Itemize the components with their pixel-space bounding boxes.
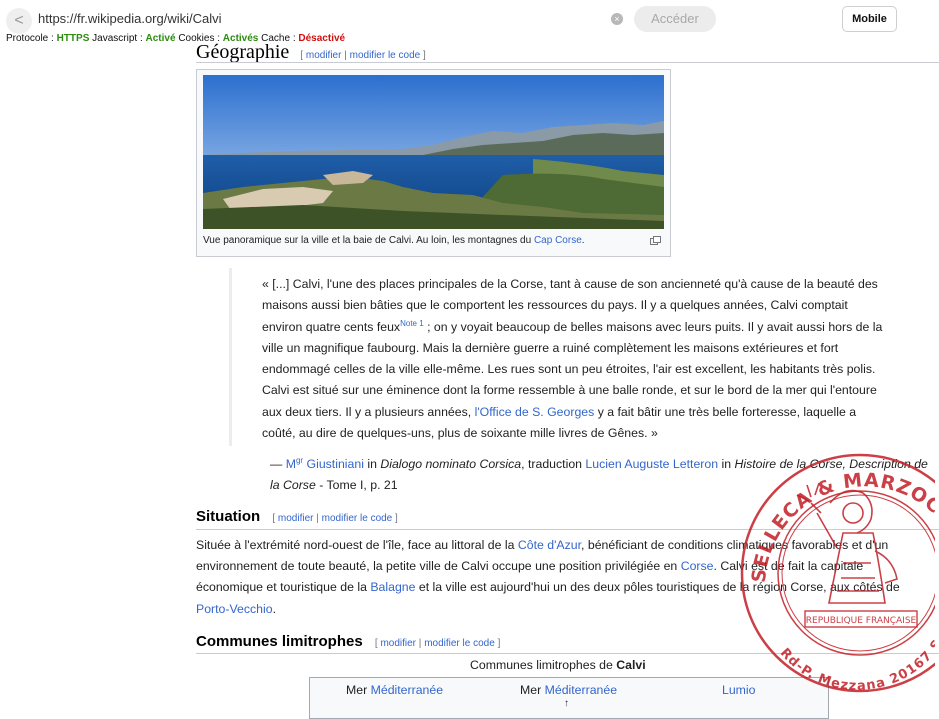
quote-bar — [229, 268, 232, 446]
cap-corse-link[interactable]: Cap Corse — [534, 235, 582, 246]
cite-text: , traduction — [521, 457, 586, 472]
mediterranee-link[interactable]: Méditerranée — [371, 683, 443, 697]
clear-url-icon[interactable]: × — [611, 13, 623, 25]
giustiniani-link[interactable]: Giustiniani — [307, 457, 364, 471]
protocol-value: HTTPS — [56, 33, 90, 44]
section-heading-geographie: Géographie [ modifier | modifier le code… — [196, 41, 426, 64]
cite-dash: — — [270, 457, 286, 472]
note-reference[interactable]: Note 1 — [400, 319, 424, 328]
edit-link[interactable]: modifier — [380, 638, 416, 649]
north-arrow-icon: ↑ — [564, 698, 569, 709]
edit-links: [ modifier | modifier le code ] — [272, 513, 397, 524]
blockquote: « [...] Calvi, l'une des places principa… — [262, 274, 888, 444]
cell-text: Mer — [520, 683, 545, 697]
table-caption: Communes limitrophes de Calvi — [470, 658, 646, 672]
edit-links: [ modifier | modifier le code ] — [375, 638, 500, 649]
edit-bracket: [ — [374, 638, 378, 649]
heading-text: Situation — [196, 508, 261, 525]
cite-text: - Tome I, p. 21 — [315, 478, 398, 493]
mgr-sup: gr — [295, 456, 304, 465]
edit-separator: | — [344, 50, 347, 61]
section-heading-situation: Situation [ modifier | modifier le code … — [196, 508, 398, 525]
edit-source-link[interactable]: modifier le code — [350, 50, 421, 61]
caption-text: Vue panoramique sur la ville et la baie … — [203, 235, 532, 246]
edit-bracket: ] — [395, 513, 398, 524]
protocol-label: Protocole : — [6, 33, 54, 44]
heading-text: Géographie — [196, 41, 290, 63]
edit-links: [ modifier | modifier le code ] — [300, 50, 425, 61]
heading-text: Communes limitrophes — [196, 633, 363, 650]
stamp-banner-text: REPUBLIQUE FRANÇAISE — [806, 616, 917, 626]
table-cell: Mer Méditerranée — [520, 683, 617, 697]
edit-bracket: [ — [272, 513, 276, 524]
edit-separator: | — [316, 513, 319, 524]
section-heading-communes: Communes limitrophes [ modifier | modifi… — [196, 633, 500, 650]
js-value: Activé — [145, 33, 176, 44]
cote-dazur-link[interactable]: Côte d'Azur — [518, 538, 581, 552]
edit-link[interactable]: modifier — [306, 50, 342, 61]
panorama-image[interactable] — [203, 75, 664, 229]
letteron-link[interactable]: Lucien Auguste Letteron — [585, 457, 718, 471]
mediterranee-link[interactable]: Méditerranée — [545, 683, 617, 697]
edit-bracket: [ — [300, 50, 304, 61]
office-st-georges-link[interactable]: l'Office de S. Georges — [475, 405, 595, 419]
table-cell: Mer Méditerranée — [346, 683, 443, 697]
heading-rule — [196, 62, 939, 63]
url-field[interactable]: https://fr.wikipedia.org/wiki/Calvi — [38, 11, 222, 26]
edit-source-link[interactable]: modifier le code — [322, 513, 393, 524]
mgr-text: M — [285, 457, 296, 472]
cite-work: Dialogo nominato Corsica — [380, 457, 522, 472]
edit-source-link[interactable]: modifier le code — [424, 638, 495, 649]
caption-period: . — [581, 235, 585, 246]
back-button[interactable]: < — [6, 8, 32, 34]
cell-text: Mer — [346, 683, 371, 697]
edit-link[interactable]: modifier — [278, 513, 314, 524]
mgr-link[interactable]: Mgr — [285, 456, 304, 472]
caption-text: Communes limitrophes de — [470, 658, 617, 672]
thumbnail-caption: Vue panoramique sur la ville et la baie … — [203, 235, 585, 246]
porto-vecchio-link[interactable]: Porto-Vecchio — [196, 602, 273, 616]
edit-bracket: ] — [422, 50, 426, 61]
huissier-stamp: SELLECA & MARZOCCHI SUD · Huissiers Asso… — [717, 416, 939, 710]
cite-text: in — [363, 457, 381, 472]
image-thumbnail: Vue panoramique sur la ville et la baie … — [196, 69, 671, 257]
para-text: Située à l'extrémité nord-ouest de l'île… — [196, 538, 518, 552]
para-text: . — [272, 601, 276, 616]
edit-separator: | — [418, 638, 422, 649]
enlarge-icon[interactable] — [650, 236, 661, 245]
mobile-button[interactable]: Mobile — [842, 6, 897, 32]
js-label: Javascript : — [92, 33, 143, 44]
balagne-link[interactable]: Balagne — [370, 580, 415, 594]
edit-bracket: ] — [497, 638, 501, 649]
go-button[interactable]: Accéder — [634, 6, 716, 32]
corse-link[interactable]: Corse — [681, 559, 714, 573]
caption-bold: Calvi — [616, 658, 646, 672]
